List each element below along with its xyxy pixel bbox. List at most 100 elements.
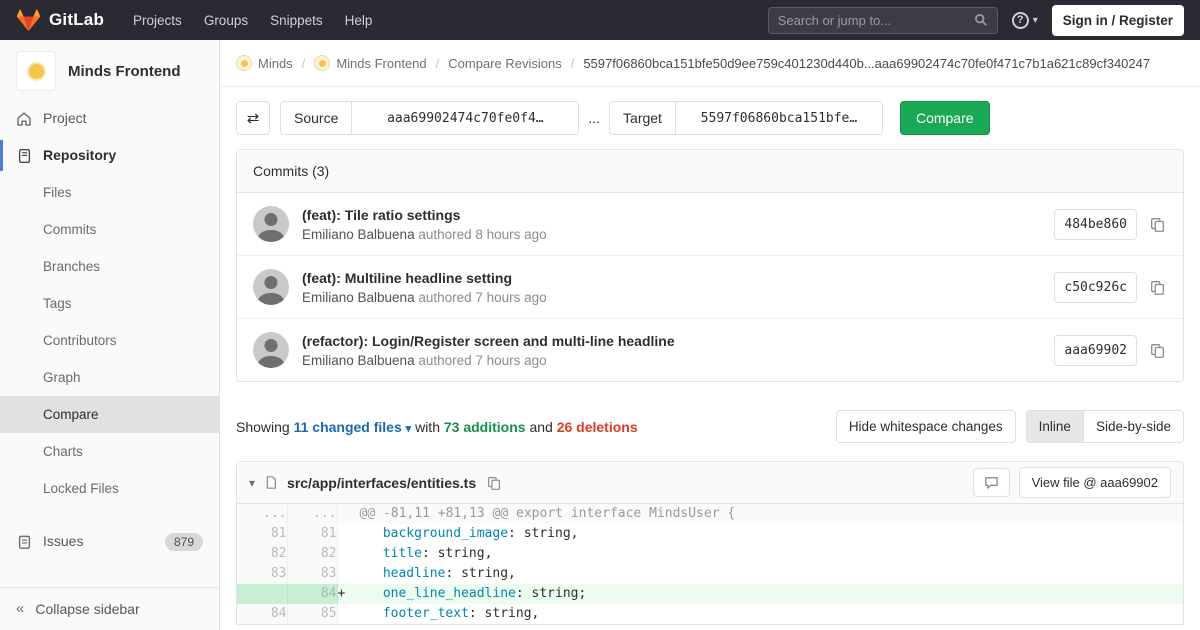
sidebar-item-commits[interactable]: Commits bbox=[0, 211, 219, 248]
author-avatar[interactable] bbox=[253, 269, 289, 305]
file-path-link[interactable]: src/app/interfaces/entities.ts bbox=[287, 475, 476, 491]
diff-code: headline: string, bbox=[337, 564, 1183, 584]
chevron-down-icon: ▾ bbox=[406, 423, 412, 435]
commits-panel: Commits (3) (feat): Tile ratio settings … bbox=[236, 149, 1184, 382]
with-label: with bbox=[415, 419, 440, 435]
side-by-side-view-button[interactable]: Side-by-side bbox=[1083, 411, 1183, 442]
new-line-number[interactable]: ... bbox=[287, 504, 337, 524]
breadcrumb-compare-link[interactable]: Compare Revisions bbox=[448, 56, 561, 71]
nav-link-projects[interactable]: Projects bbox=[122, 3, 193, 38]
copy-sha-button[interactable] bbox=[1148, 215, 1167, 234]
changed-files-dropdown[interactable]: 11 changed files ▾ bbox=[294, 419, 412, 435]
author-avatar[interactable] bbox=[253, 206, 289, 242]
project-sidebar: Minds Frontend Project Repository Files … bbox=[0, 40, 220, 630]
and-label: and bbox=[529, 419, 552, 435]
commit-title-link[interactable]: (refactor): Login/Register screen and mu… bbox=[302, 333, 675, 349]
copy-icon bbox=[487, 476, 501, 490]
project-title: Minds Frontend bbox=[68, 63, 181, 80]
sidebar-item-repository[interactable]: Repository bbox=[0, 137, 219, 174]
hide-whitespace-button[interactable]: Hide whitespace changes bbox=[836, 410, 1016, 443]
commit-authored-ago: authored 7 hours ago bbox=[418, 353, 546, 368]
diff-table: ... ... @@ -81,11 +81,13 @@ export inter… bbox=[237, 504, 1183, 624]
new-line-number[interactable]: 82 bbox=[287, 544, 337, 564]
nav-link-help[interactable]: Help bbox=[334, 3, 384, 38]
sidebar-item-compare[interactable]: Compare bbox=[0, 396, 219, 433]
old-line-number[interactable]: 84 bbox=[237, 604, 287, 624]
diff-added-line-row: 84 + one_line_headline: string; bbox=[237, 584, 1183, 604]
source-input-group: Source bbox=[280, 101, 579, 135]
deletions-count: 26 deletions bbox=[557, 419, 638, 435]
inline-view-button[interactable]: Inline bbox=[1027, 411, 1083, 442]
search-input[interactable] bbox=[778, 13, 968, 28]
commit-meta: Emiliano Balbuena authored 7 hours ago bbox=[302, 353, 675, 368]
toggle-comments-button[interactable] bbox=[973, 468, 1010, 497]
view-file-button[interactable]: View file @ aaa69902 bbox=[1019, 467, 1171, 498]
target-label: Target bbox=[610, 102, 676, 134]
sidebar-item-locked-files[interactable]: Locked Files bbox=[0, 470, 219, 507]
diff-line-row: 84 85 footer_text: string, bbox=[237, 604, 1183, 624]
sidebar-item-tags[interactable]: Tags bbox=[0, 285, 219, 322]
diff-code: background_image: string, bbox=[337, 524, 1183, 544]
target-input[interactable] bbox=[676, 102, 882, 134]
new-line-number[interactable]: 84 bbox=[287, 584, 337, 604]
old-line-number[interactable]: 81 bbox=[237, 524, 287, 544]
diff-line-row: 83 83 headline: string, bbox=[237, 564, 1183, 584]
new-line-number[interactable]: 85 bbox=[287, 604, 337, 624]
source-input[interactable] bbox=[352, 102, 578, 134]
old-line-number[interactable] bbox=[237, 584, 287, 604]
help-menu[interactable]: ? ▾ bbox=[1012, 12, 1038, 29]
old-line-number[interactable]: 82 bbox=[237, 544, 287, 564]
sidebar-item-contributors[interactable]: Contributors bbox=[0, 322, 219, 359]
commit-author-link[interactable]: Emiliano Balbuena bbox=[302, 353, 415, 368]
old-line-number[interactable]: 83 bbox=[237, 564, 287, 584]
new-line-number[interactable]: 83 bbox=[287, 564, 337, 584]
nav-link-groups[interactable]: Groups bbox=[193, 3, 259, 38]
commit-title-link[interactable]: (feat): Multiline headline setting bbox=[302, 270, 547, 286]
swap-arrows-icon: ⇄ bbox=[247, 109, 260, 127]
commit-sha-link[interactable]: c50c926c bbox=[1054, 272, 1137, 303]
global-search[interactable] bbox=[768, 7, 998, 34]
commit-author-link[interactable]: Emiliano Balbuena bbox=[302, 290, 415, 305]
group-avatar bbox=[236, 55, 252, 71]
brand-name: GitLab bbox=[49, 10, 104, 30]
file-icon bbox=[264, 475, 278, 490]
sign-in-button[interactable]: Sign in / Register bbox=[1052, 5, 1184, 36]
sidebar-item-branches[interactable]: Branches bbox=[0, 248, 219, 285]
copy-icon bbox=[1150, 280, 1165, 295]
copy-sha-button[interactable] bbox=[1148, 341, 1167, 360]
breadcrumb-project-link[interactable]: Minds Frontend bbox=[314, 55, 426, 71]
target-input-group: Target bbox=[609, 101, 883, 135]
sidebar-item-charts[interactable]: Charts bbox=[0, 433, 219, 470]
collapse-diff-icon[interactable]: ▾ bbox=[249, 476, 255, 490]
copy-icon bbox=[1150, 343, 1165, 358]
nav-link-snippets[interactable]: Snippets bbox=[259, 3, 334, 38]
commit-title-link[interactable]: (feat): Tile ratio settings bbox=[302, 207, 547, 223]
swap-revisions-button[interactable]: ⇄ bbox=[236, 101, 270, 135]
copy-sha-button[interactable] bbox=[1148, 278, 1167, 297]
collapse-sidebar-label: Collapse sidebar bbox=[35, 601, 139, 617]
breadcrumb-current-range: 5597f06860bca151bfe50d9ee759c401230d440b… bbox=[583, 56, 1150, 71]
commit-sha-link[interactable]: aaa69902 bbox=[1054, 335, 1137, 366]
commit-sha-link[interactable]: 484be860 bbox=[1054, 209, 1137, 240]
sidebar-item-label: Issues bbox=[43, 532, 83, 551]
author-avatar[interactable] bbox=[253, 332, 289, 368]
gitlab-logo-link[interactable]: GitLab bbox=[16, 8, 104, 32]
diff-code: + one_line_headline: string; bbox=[337, 584, 1183, 604]
collapse-sidebar-button[interactable]: « Collapse sidebar bbox=[0, 587, 219, 630]
project-context-header[interactable]: Minds Frontend bbox=[0, 40, 219, 100]
breadcrumb-group-link[interactable]: Minds bbox=[236, 55, 293, 71]
sidebar-item-project[interactable]: Project bbox=[0, 100, 219, 137]
compare-form: ⇄ Source ... Target Compare bbox=[220, 87, 1200, 135]
comment-icon bbox=[984, 475, 999, 490]
sidebar-item-issues[interactable]: Issues 879 bbox=[0, 523, 219, 560]
sidebar-item-files[interactable]: Files bbox=[0, 174, 219, 211]
new-line-number[interactable]: 81 bbox=[287, 524, 337, 544]
old-line-number[interactable]: ... bbox=[237, 504, 287, 524]
commit-meta: Emiliano Balbuena authored 8 hours ago bbox=[302, 227, 547, 242]
diff-hunk-row: ... ... @@ -81,11 +81,13 @@ export inter… bbox=[237, 504, 1183, 524]
compare-button[interactable]: Compare bbox=[900, 101, 990, 135]
commit-authored-ago: authored 7 hours ago bbox=[418, 290, 546, 305]
sidebar-item-graph[interactable]: Graph bbox=[0, 359, 219, 396]
commit-author-link[interactable]: Emiliano Balbuena bbox=[302, 227, 415, 242]
copy-file-path-button[interactable] bbox=[485, 474, 503, 492]
